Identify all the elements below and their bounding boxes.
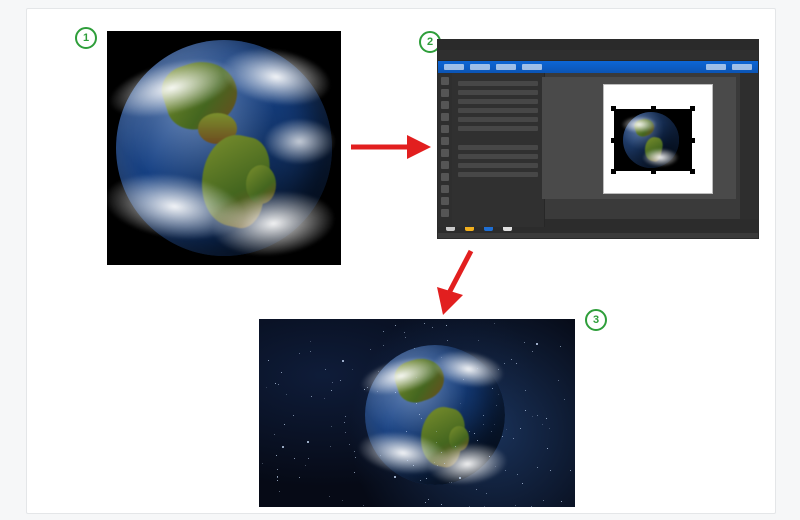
arrow-2-to-3 — [427, 245, 487, 317]
editor-placed-image[interactable] — [614, 109, 692, 171]
step-badge-3: 3 — [585, 309, 607, 331]
step-1-source-image — [107, 31, 341, 265]
arrow-1-to-2 — [347, 127, 433, 167]
step-badge-1: 1 — [75, 27, 97, 49]
editor-titlebar — [438, 40, 758, 50]
earth-globe-result — [365, 345, 505, 485]
editor-tool-strip[interactable] — [438, 73, 452, 227]
earth-globe — [116, 40, 332, 256]
tutorial-card: 1 2 3 — [26, 8, 776, 514]
editor-page — [604, 85, 712, 193]
step-2-editor-window — [437, 39, 759, 239]
editor-menubar[interactable] — [438, 50, 758, 61]
editor-right-panel[interactable] — [740, 73, 758, 219]
editor-left-panel[interactable] — [452, 73, 545, 227]
step-3-result-image — [259, 319, 575, 507]
editor-canvas[interactable] — [542, 77, 736, 199]
editor-ribbon[interactable] — [438, 61, 758, 73]
